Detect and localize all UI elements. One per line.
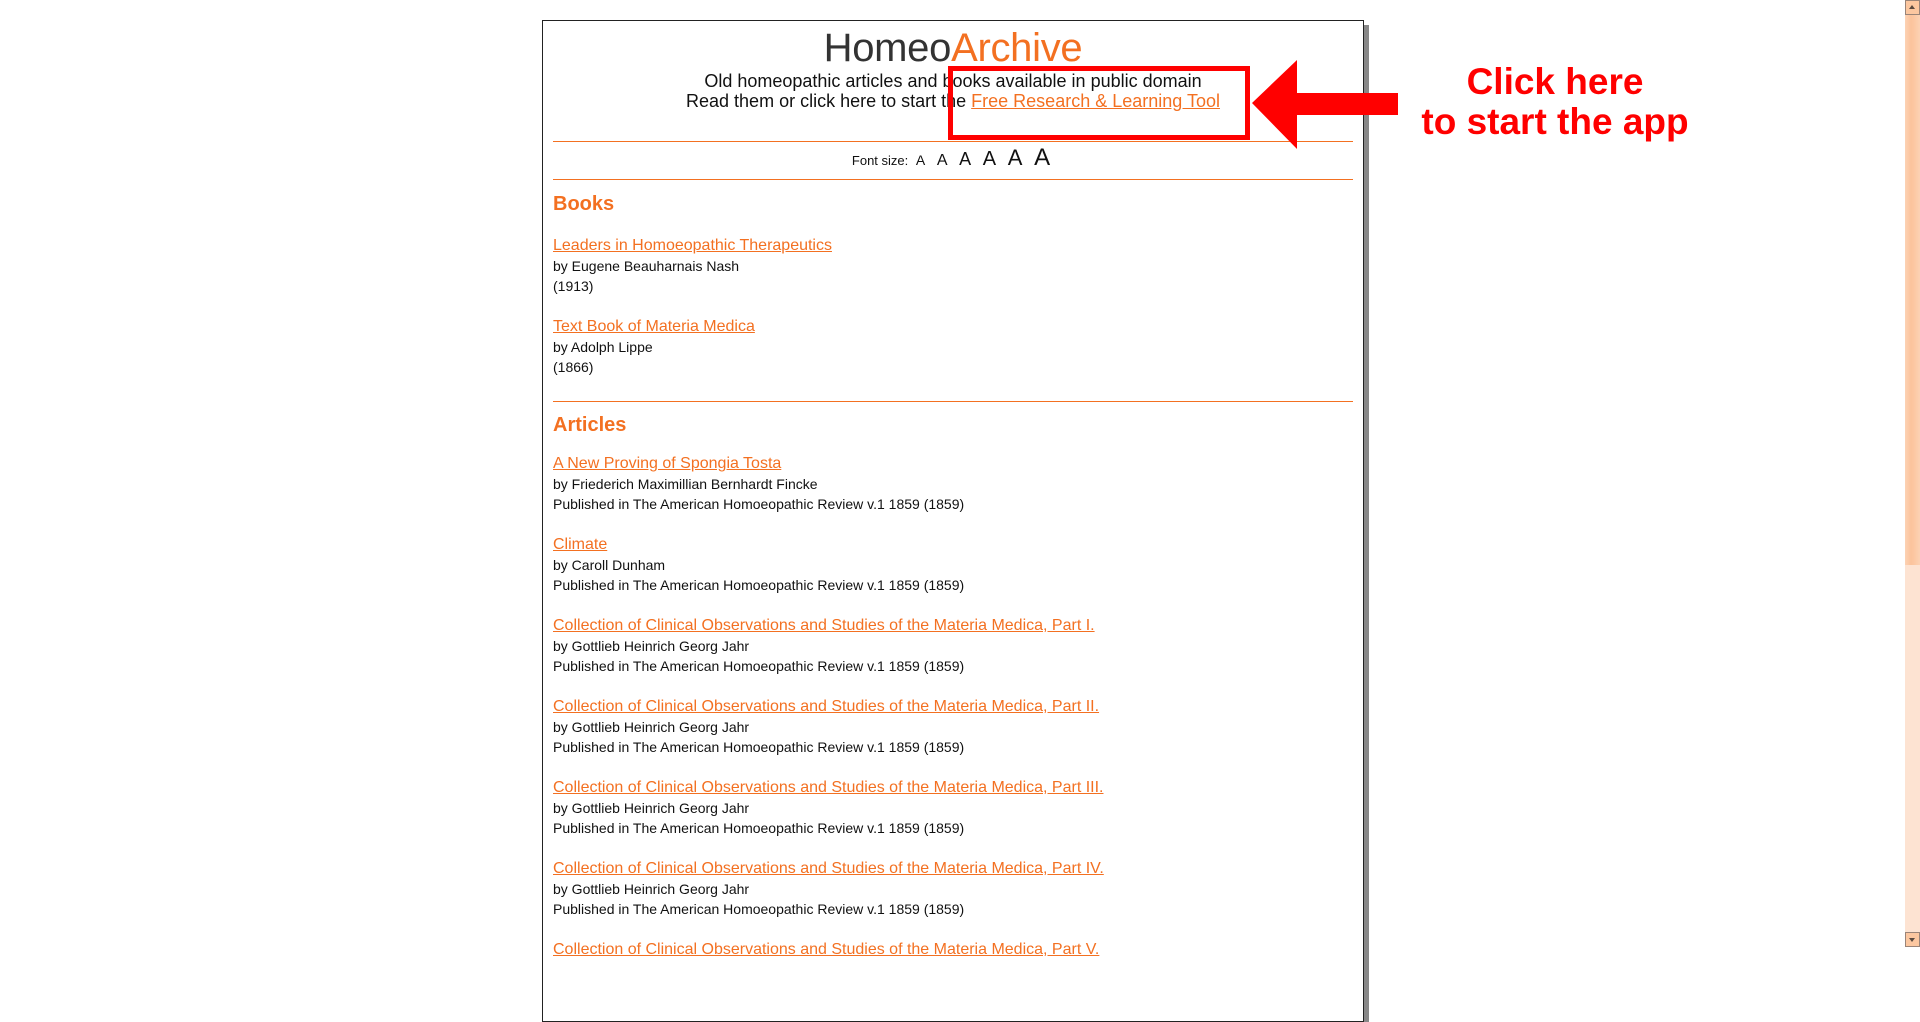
site-title: HomeoArchive bbox=[553, 25, 1353, 71]
arrow-shape bbox=[1252, 60, 1398, 149]
book-title-link[interactable]: Leaders in Homoeopathic Therapeutics bbox=[553, 236, 832, 256]
archive-page: HomeoArchive Old homeopathic articles an… bbox=[542, 20, 1364, 1022]
divider bbox=[553, 401, 1353, 402]
article-item: Collection of Clinical Observations and … bbox=[553, 778, 1353, 838]
article-published: Published in The American Homoeopathic R… bbox=[553, 577, 965, 593]
article-title-link[interactable]: Climate bbox=[553, 535, 607, 555]
callout-text: Click here to start the app bbox=[1400, 62, 1710, 142]
tagline-line2: Read them or click here to start the Fre… bbox=[553, 91, 1353, 111]
arrow-down-icon bbox=[1909, 938, 1915, 942]
articles-heading: Articles bbox=[553, 414, 627, 436]
book-item: Leaders in Homoeopathic Therapeutics by … bbox=[553, 236, 1353, 296]
article-item: Collection of Clinical Observations and … bbox=[553, 616, 1353, 676]
book-author: by Adolph Lippe bbox=[553, 339, 653, 355]
article-item: Collection of Clinical Observations and … bbox=[553, 940, 1353, 960]
book-title-link[interactable]: Text Book of Materia Medica bbox=[553, 317, 755, 337]
book-author: by Eugene Beauharnais Nash bbox=[553, 258, 740, 274]
callout-line2: to start the app bbox=[1421, 101, 1689, 142]
font-size-option-1[interactable]: A bbox=[916, 152, 925, 168]
article-item: Collection of Clinical Observations and … bbox=[553, 859, 1353, 919]
article-title-link[interactable]: Collection of Clinical Observations and … bbox=[553, 616, 1095, 636]
vertical-scrollbar[interactable] bbox=[1905, 0, 1920, 947]
article-published: Published in The American Homoeopathic R… bbox=[553, 739, 965, 755]
scroll-down-button[interactable] bbox=[1905, 932, 1920, 947]
site-title-archive: Archive bbox=[951, 26, 1083, 70]
articles-list: A New Proving of Spongia Tosta by Friede… bbox=[553, 454, 1353, 960]
books-heading: Books bbox=[553, 193, 615, 215]
divider bbox=[553, 179, 1353, 180]
article-author: by Friederich Maximillian Bernhardt Finc… bbox=[553, 476, 818, 492]
article-published: Published in The American Homoeopathic R… bbox=[553, 820, 965, 836]
books-list: Leaders in Homoeopathic Therapeutics by … bbox=[553, 236, 1353, 401]
scroll-up-button[interactable] bbox=[1905, 0, 1920, 15]
book-item: Text Book of Materia Medica by Adolph Li… bbox=[553, 317, 1353, 377]
article-item: A New Proving of Spongia Tosta by Friede… bbox=[553, 454, 1353, 514]
scrollbar-thumb[interactable] bbox=[1905, 15, 1920, 565]
font-size-selector: Font size: A A A A A A bbox=[553, 142, 1353, 179]
font-size-option-4[interactable]: A bbox=[983, 148, 996, 170]
article-author: by Gottlieb Heinrich Georg Jahr bbox=[553, 719, 750, 735]
article-published: Published in The American Homoeopathic R… bbox=[553, 496, 965, 512]
tagline-line1: Old homeopathic articles and books avail… bbox=[704, 71, 1202, 91]
article-author: by Gottlieb Heinrich Georg Jahr bbox=[553, 881, 750, 897]
article-published: Published in The American Homoeopathic R… bbox=[553, 658, 965, 674]
font-size-label: Font size: bbox=[851, 153, 909, 168]
article-published: Published in The American Homoeopathic R… bbox=[553, 901, 965, 917]
article-author: by Caroll Dunham bbox=[553, 557, 666, 573]
article-title-link[interactable]: Collection of Clinical Observations and … bbox=[553, 859, 1104, 879]
article-author: by Gottlieb Heinrich Georg Jahr bbox=[553, 800, 750, 816]
article-title-link[interactable]: A New Proving of Spongia Tosta bbox=[553, 454, 781, 474]
article-author: by Gottlieb Heinrich Georg Jahr bbox=[553, 638, 750, 654]
book-year: (1866) bbox=[553, 359, 594, 375]
font-size-option-2[interactable]: A bbox=[937, 152, 948, 169]
font-size-option-5[interactable]: A bbox=[1008, 145, 1023, 170]
red-arrow-icon bbox=[1252, 60, 1398, 149]
font-size-option-6[interactable]: A bbox=[1034, 144, 1050, 171]
article-title-link[interactable]: Collection of Clinical Observations and … bbox=[553, 940, 1099, 960]
tagline-prefix: Read them or click here to start the bbox=[686, 91, 972, 111]
article-title-link[interactable]: Collection of Clinical Observations and … bbox=[553, 697, 1099, 717]
article-item: Collection of Clinical Observations and … bbox=[553, 697, 1353, 757]
site-title-homeo: Homeo bbox=[823, 26, 952, 70]
font-size-option-3[interactable]: A bbox=[959, 149, 971, 169]
arrow-up-icon bbox=[1909, 5, 1915, 9]
callout-line1: Click here bbox=[1466, 61, 1644, 102]
article-item: Climate by Caroll Dunham Published in Th… bbox=[553, 535, 1353, 595]
research-tool-link[interactable]: Free Research & Learning Tool bbox=[971, 91, 1220, 111]
book-year: (1913) bbox=[553, 278, 594, 294]
article-title-link[interactable]: Collection of Clinical Observations and … bbox=[553, 778, 1103, 798]
